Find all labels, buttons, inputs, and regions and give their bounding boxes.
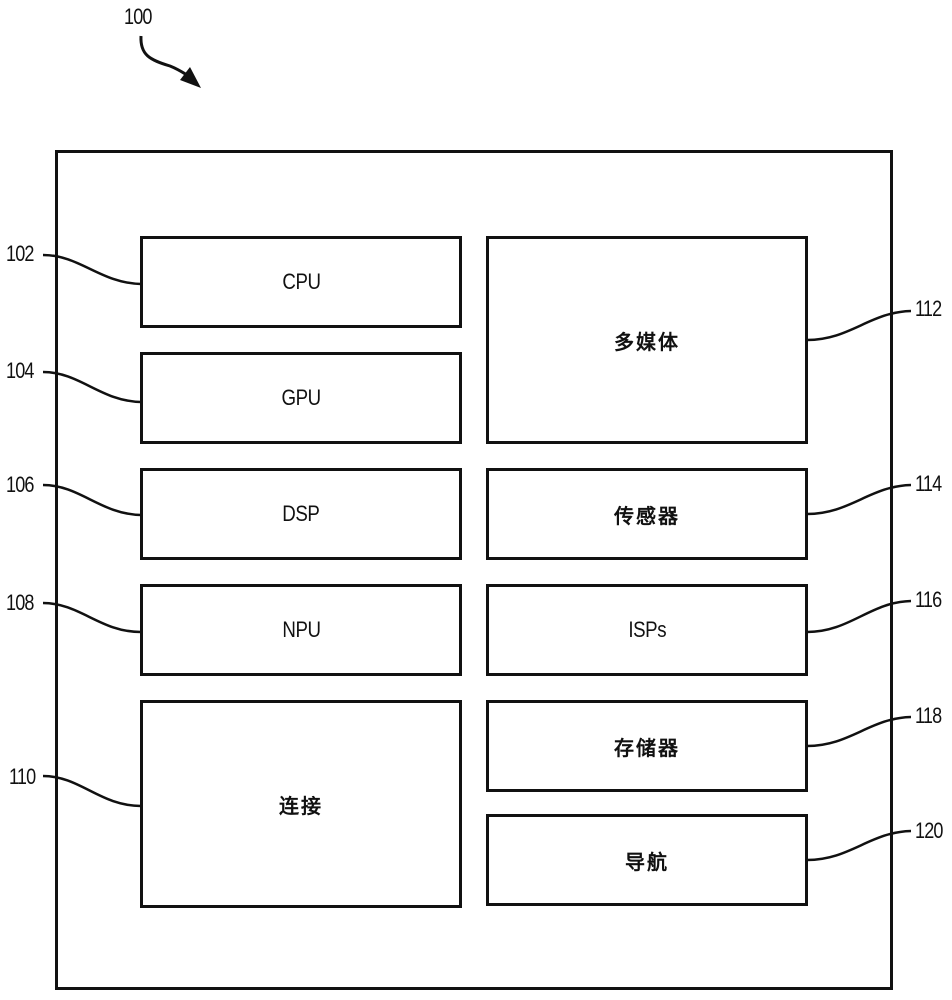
ref-label-multimedia: 112 [915,296,942,321]
ref-label-navigation: 120 [915,818,943,843]
figure-arrow-line [139,35,193,80]
block-gpu-label: GPU [281,385,321,410]
block-connectivity-label: 连接 [279,793,323,818]
block-navigation: 导航 [486,814,808,906]
ref-label-cpu: 102 [6,241,34,266]
ref-label-gpu: 104 [6,358,34,383]
block-dsp: DSP [140,468,462,560]
block-navigation-label: 导航 [625,849,669,874]
soc-diagram: 100 CPU GPU DSP NPU 连接 多媒体 传感器 ISPs 存储器 … [0,0,952,1000]
block-multimedia-label: 多媒体 [614,329,680,354]
ref-label-sensor: 114 [915,471,942,496]
block-cpu-label: CPU [281,269,321,294]
block-multimedia: 多媒体 [486,236,808,444]
block-isps: ISPs [486,584,808,676]
ref-label-memory: 118 [915,703,942,728]
block-sensor-label: 传感器 [614,503,680,528]
figure-arrow-head [180,67,201,88]
figure-reference-label: 100 [124,4,152,29]
block-npu: NPU [140,584,462,676]
ref-label-connectivity: 110 [9,764,36,789]
block-connectivity: 连接 [140,700,462,908]
block-cpu: CPU [140,236,462,328]
ref-label-npu: 108 [6,590,34,615]
block-dsp-label: DSP [282,501,320,526]
block-gpu: GPU [140,352,462,444]
block-npu-label: NPU [281,617,321,642]
block-isps-label: ISPs [628,617,666,642]
ref-label-isps: 116 [915,587,942,612]
block-memory-label: 存储器 [614,735,680,760]
block-sensor: 传感器 [486,468,808,560]
ref-label-dsp: 106 [6,472,34,497]
block-memory: 存储器 [486,700,808,792]
